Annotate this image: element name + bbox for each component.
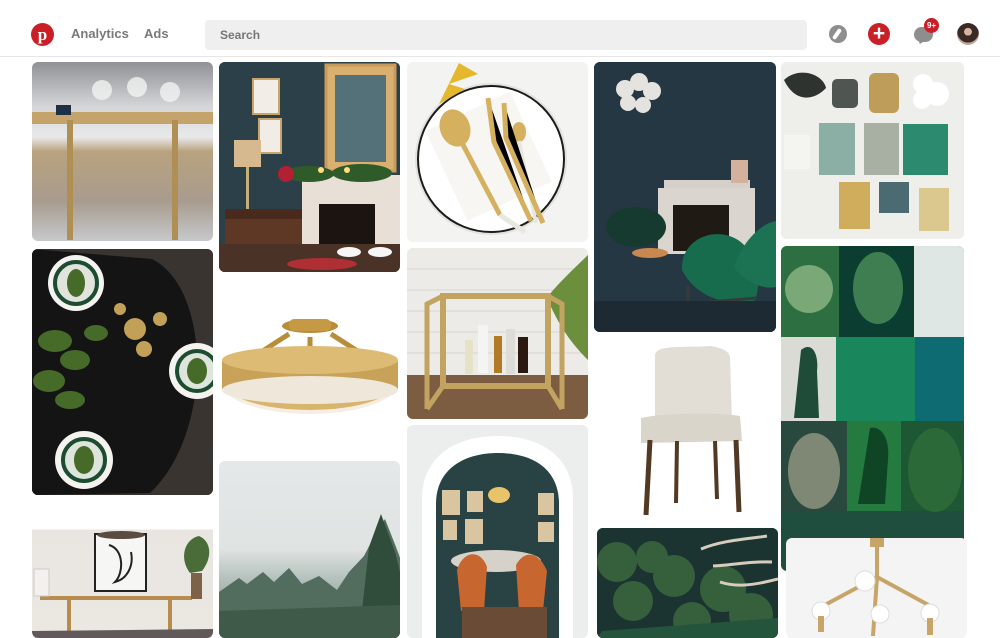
pin-dark-green-trees[interactable] <box>597 528 778 638</box>
dining-chair-illustration <box>641 346 742 516</box>
pin-brass-ceiling-light[interactable] <box>219 279 400 457</box>
table-setting-illustration <box>32 249 213 495</box>
pin-navy-living-room-fireplace[interactable] <box>219 62 400 272</box>
mood-board-illustration <box>781 246 964 512</box>
nav-analytics[interactable]: Analytics <box>71 26 129 41</box>
green-trees-illustration <box>597 528 778 638</box>
pin-grid <box>0 57 1000 638</box>
pinterest-logo-icon[interactable]: p <box>31 23 54 46</box>
chandelier-illustration <box>811 538 940 637</box>
top-navigation-bar: p Analytics Ads + 9+ <box>0 0 1000 57</box>
pin-dark-room-green-velvet-chair[interactable] <box>594 62 776 332</box>
pin-green-fashion-mood-board[interactable] <box>781 246 964 571</box>
bar-cart-illustration <box>407 248 588 419</box>
search-input[interactable] <box>205 20 807 50</box>
pin-brass-chandelier[interactable] <box>786 538 967 638</box>
forest-illustration <box>219 514 400 638</box>
cutlery-plate-illustration <box>415 63 567 235</box>
pin-misty-forest[interactable] <box>219 461 400 638</box>
console-room-illustration <box>32 501 213 638</box>
navy-room-illustration <box>219 62 400 272</box>
pin-brass-dining-console[interactable] <box>32 501 213 638</box>
pin-gold-cutlery-plate[interactable] <box>407 62 588 242</box>
pin-arched-dining-room[interactable] <box>407 425 588 638</box>
dining-table-glassware-illustration <box>32 77 213 240</box>
ceiling-light-illustration <box>222 319 398 414</box>
vases-collage-illustration <box>781 62 964 239</box>
dark-room-illustration <box>594 62 776 332</box>
pin-green-vases-collage[interactable] <box>781 62 964 239</box>
arched-dining-illustration <box>407 425 588 638</box>
pin-gold-bar-cart[interactable] <box>407 248 588 419</box>
compass-icon[interactable] <box>829 25 847 43</box>
profile-avatar[interactable] <box>957 23 979 45</box>
pin-white-dining-chair[interactable] <box>594 339 776 525</box>
notifications-badge: 9+ <box>924 18 939 33</box>
plus-icon[interactable]: + <box>868 23 890 45</box>
nav-ads[interactable]: Ads <box>144 26 169 41</box>
pin-black-table-setting-leaves[interactable] <box>32 249 213 495</box>
pin-dining-table-glassware[interactable] <box>32 62 213 241</box>
